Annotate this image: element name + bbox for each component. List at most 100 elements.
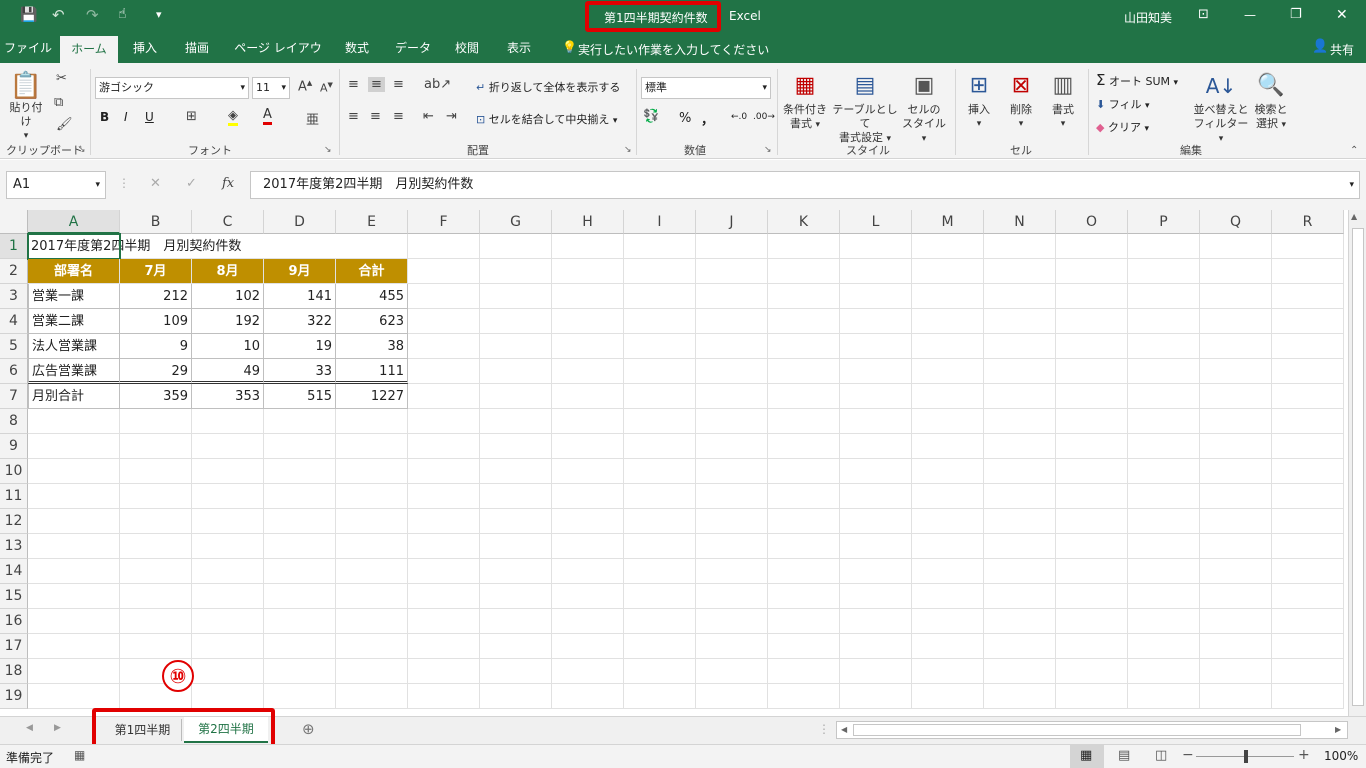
bold-button[interactable]: B (100, 110, 109, 124)
cell-F10[interactable] (408, 459, 480, 484)
restore-icon[interactable]: ❐ (1290, 7, 1302, 22)
cell-Q15[interactable] (1200, 584, 1272, 609)
macro-record-icon[interactable]: ▦ (74, 748, 85, 762)
cell-C12[interactable] (192, 509, 264, 534)
cell-O9[interactable] (1056, 434, 1128, 459)
cell-L11[interactable] (840, 484, 912, 509)
column-header-K[interactable]: K (768, 210, 840, 234)
cell-H12[interactable] (552, 509, 624, 534)
cell-O10[interactable] (1056, 459, 1128, 484)
cell-N5[interactable] (984, 334, 1056, 359)
horizontal-scroll-thumb[interactable] (853, 724, 1301, 736)
cell-H5[interactable] (552, 334, 624, 359)
cell-D11[interactable] (264, 484, 336, 509)
cell-A15[interactable] (28, 584, 120, 609)
cell-N19[interactable] (984, 684, 1056, 709)
cell-J3[interactable] (696, 284, 768, 309)
cell-Q2[interactable] (1200, 259, 1272, 284)
cell-L19[interactable] (840, 684, 912, 709)
cell-P13[interactable] (1128, 534, 1200, 559)
cell-F8[interactable] (408, 409, 480, 434)
cell-A1-title[interactable]: 2017年度第2四半期 月別契約件数 (28, 234, 408, 259)
cell-P10[interactable] (1128, 459, 1200, 484)
cell-J19[interactable] (696, 684, 768, 709)
column-header-L[interactable]: L (840, 210, 912, 234)
cell-K4[interactable] (768, 309, 840, 334)
cell-M9[interactable] (912, 434, 984, 459)
column-header-B[interactable]: B (120, 210, 192, 234)
cell-H11[interactable] (552, 484, 624, 509)
cell-H7[interactable] (552, 384, 624, 409)
cell-I13[interactable] (624, 534, 696, 559)
cell-L6[interactable] (840, 359, 912, 384)
cell-A12[interactable] (28, 509, 120, 534)
cell-N7[interactable] (984, 384, 1056, 409)
cell-G17[interactable] (480, 634, 552, 659)
cell-G2[interactable] (480, 259, 552, 284)
cell-G11[interactable] (480, 484, 552, 509)
cell-C13[interactable] (192, 534, 264, 559)
cell-N17[interactable] (984, 634, 1056, 659)
cell-Q9[interactable] (1200, 434, 1272, 459)
paste-button[interactable]: 📋 貼り付け ▾ (6, 71, 46, 143)
table-cell[interactable]: 102 (192, 284, 264, 309)
tab-page-layout[interactable]: ページ レイアウト (230, 33, 326, 85)
table-cell[interactable]: 営業一課 (28, 284, 120, 309)
cell-J7[interactable] (696, 384, 768, 409)
cell-I4[interactable] (624, 309, 696, 334)
cell-L15[interactable] (840, 584, 912, 609)
cell-H19[interactable] (552, 684, 624, 709)
collapse-ribbon-icon[interactable]: ⌃ (1350, 145, 1358, 156)
cell-R15[interactable] (1272, 584, 1344, 609)
cell-G16[interactable] (480, 609, 552, 634)
insert-cells-button[interactable]: ⊞ 挿入 ▾ (960, 69, 998, 131)
cell-J18[interactable] (696, 659, 768, 684)
cell-P3[interactable] (1128, 284, 1200, 309)
cell-J1[interactable] (696, 234, 768, 259)
cell-N12[interactable] (984, 509, 1056, 534)
cell-K5[interactable] (768, 334, 840, 359)
dialog-launcher-icon[interactable]: ↘ (624, 145, 632, 155)
page-layout-view-icon[interactable]: ▤ (1118, 748, 1130, 763)
format-painter-icon[interactable]: 🖌 (56, 117, 73, 132)
cell-A9[interactable] (28, 434, 120, 459)
cell-I1[interactable] (624, 234, 696, 259)
cell-D8[interactable] (264, 409, 336, 434)
cell-M10[interactable] (912, 459, 984, 484)
column-header-D[interactable]: D (264, 210, 336, 234)
cell-M19[interactable] (912, 684, 984, 709)
cell-O16[interactable] (1056, 609, 1128, 634)
cell-B11[interactable] (120, 484, 192, 509)
cell-I18[interactable] (624, 659, 696, 684)
row-header-11[interactable]: 11 (0, 484, 28, 509)
cell-J2[interactable] (696, 259, 768, 284)
vertical-scrollbar[interactable]: ▲ (1348, 210, 1366, 716)
cell-B12[interactable] (120, 509, 192, 534)
zoom-out-icon[interactable]: − (1182, 747, 1194, 763)
column-header-E[interactable]: E (336, 210, 408, 234)
table-header-cell[interactable]: 7月 (120, 259, 192, 284)
cell-P14[interactable] (1128, 559, 1200, 584)
increase-decimal-icon[interactable]: ←.0 (731, 112, 747, 122)
cell-N3[interactable] (984, 284, 1056, 309)
cell-E11[interactable] (336, 484, 408, 509)
cell-P7[interactable] (1128, 384, 1200, 409)
zoom-level[interactable]: 100% (1324, 749, 1358, 763)
column-header-M[interactable]: M (912, 210, 984, 234)
tab-formulas[interactable]: 数式 (336, 33, 378, 63)
cell-A16[interactable] (28, 609, 120, 634)
cut-icon[interactable]: ✂ (56, 71, 67, 86)
cancel-icon[interactable]: ✕ (150, 176, 161, 191)
scroll-tabs-left-icon[interactable]: ◀ (26, 723, 33, 733)
row-header-12[interactable]: 12 (0, 509, 28, 534)
cell-J17[interactable] (696, 634, 768, 659)
cell-J13[interactable] (696, 534, 768, 559)
cell-C14[interactable] (192, 559, 264, 584)
dialog-launcher-icon[interactable]: ↘ (764, 145, 772, 155)
cell-P2[interactable] (1128, 259, 1200, 284)
horizontal-scrollbar[interactable]: ◀ ▶ (836, 721, 1348, 739)
cell-F15[interactable] (408, 584, 480, 609)
cell-R12[interactable] (1272, 509, 1344, 534)
cell-K7[interactable] (768, 384, 840, 409)
normal-view-button[interactable]: ▦ (1070, 745, 1104, 768)
